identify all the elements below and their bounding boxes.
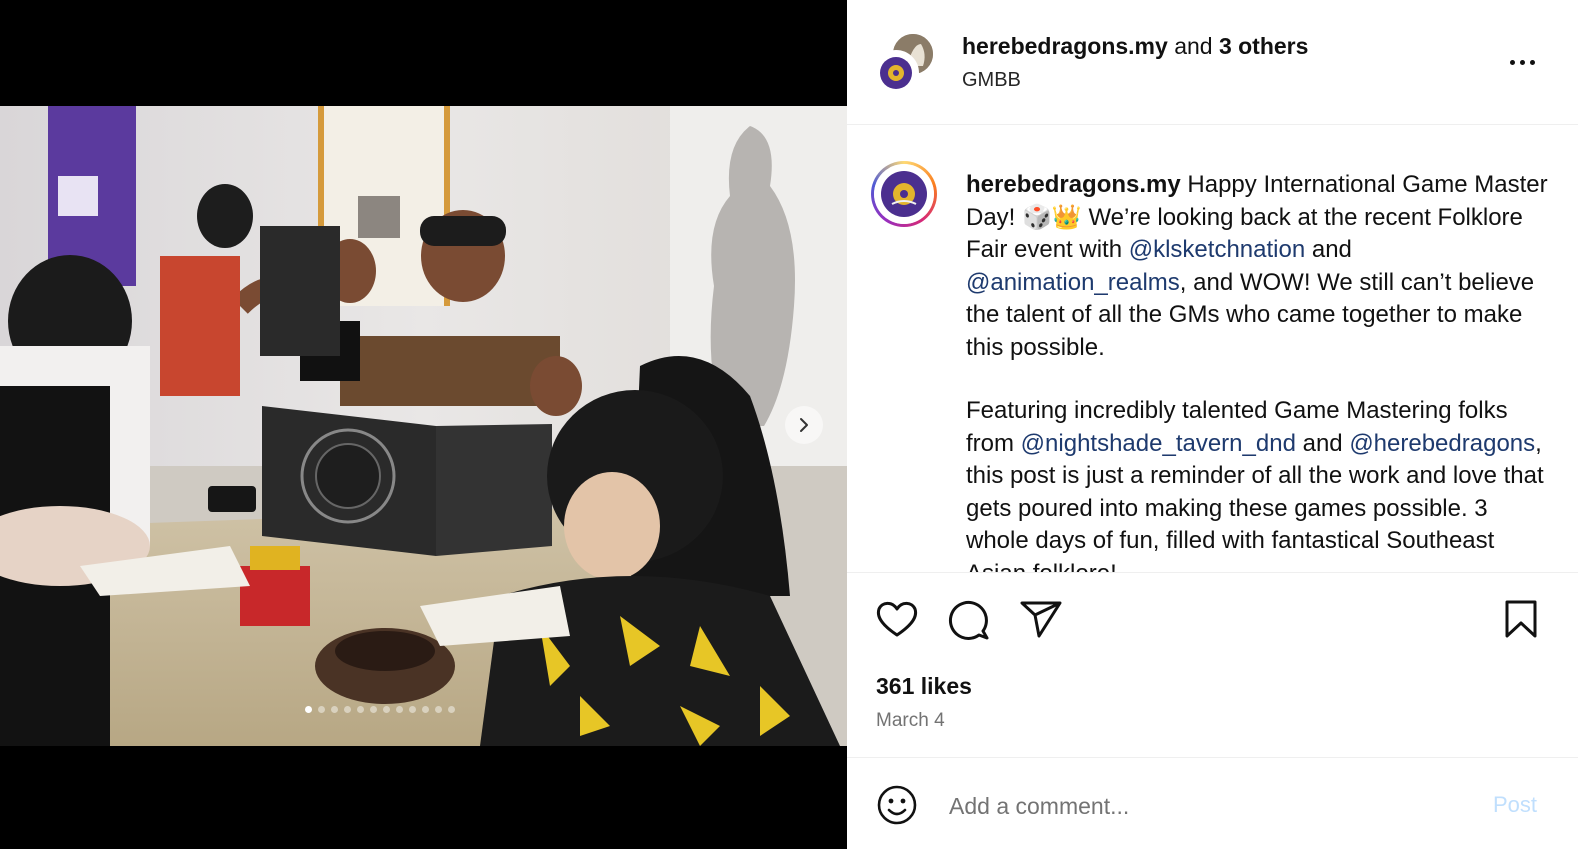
- carousel-next-button[interactable]: [785, 406, 823, 444]
- more-icon-dot: [1519, 59, 1525, 65]
- mention-link[interactable]: @klsketchnation: [1129, 236, 1305, 263]
- post-header: herebedragons.my and 3 others GMBB: [847, 0, 1578, 125]
- emoji-button[interactable]: [876, 784, 918, 826]
- carousel-dot: [331, 706, 338, 713]
- caption-section[interactable]: herebedragons.my Happy International Gam…: [847, 125, 1578, 572]
- caption-avatar[interactable]: [871, 161, 937, 227]
- carousel-dot: [422, 706, 429, 713]
- others-link[interactable]: 3 others: [1219, 33, 1308, 59]
- more-options-button[interactable]: [1502, 50, 1542, 74]
- caption-username[interactable]: herebedragons.my: [966, 171, 1181, 198]
- coauthor-avatars[interactable]: [873, 32, 935, 96]
- comment-bar: Post: [847, 757, 1578, 850]
- likes-count[interactable]: 361 likes: [876, 673, 972, 700]
- send-icon: [1020, 601, 1062, 638]
- avatar: [874, 164, 934, 224]
- chevron-right-icon: [800, 418, 808, 432]
- post-media: [0, 0, 847, 849]
- caption-paragraph: herebedragons.my Happy International Gam…: [966, 169, 1556, 364]
- share-button[interactable]: [1019, 599, 1063, 644]
- post-actions: 361 likes March 4: [847, 572, 1578, 758]
- post-date[interactable]: March 4: [876, 710, 945, 732]
- carousel-dot: [435, 706, 442, 713]
- post-caption: herebedragons.my Happy International Gam…: [966, 169, 1556, 572]
- carousel-dot: [344, 706, 351, 713]
- author-link[interactable]: herebedragons.my: [962, 33, 1168, 59]
- carousel-dot: [448, 706, 455, 713]
- carousel-dot: [396, 706, 403, 713]
- carousel-dot: [305, 706, 312, 713]
- caption-text: and: [1305, 236, 1352, 263]
- post-photo[interactable]: [0, 106, 847, 746]
- mention-link[interactable]: @animation_realms: [966, 269, 1180, 296]
- carousel-dot: [318, 706, 325, 713]
- carousel-dot: [370, 706, 377, 713]
- save-button[interactable]: [1503, 599, 1539, 644]
- like-button[interactable]: [875, 599, 919, 644]
- post-comment-button[interactable]: Post: [1493, 792, 1537, 818]
- carousel-dot: [409, 706, 416, 713]
- carousel-indicator: [305, 706, 455, 713]
- comment-icon: [948, 600, 989, 640]
- emoji-icon: [877, 785, 917, 825]
- comment-input[interactable]: [947, 784, 1471, 828]
- location-link[interactable]: GMBB: [962, 69, 1021, 92]
- post-panel: herebedragons.my and 3 others GMBB hereb…: [847, 0, 1578, 849]
- post-authors: herebedragons.my and 3 others: [962, 33, 1308, 60]
- mention-link[interactable]: @nightshade_tavern_dnd: [1021, 430, 1296, 457]
- carousel-dot: [357, 706, 364, 713]
- caption-text: and: [1295, 429, 1350, 457]
- heart-icon: [876, 601, 918, 637]
- coauthor-connector: and: [1174, 33, 1213, 59]
- bookmark-icon: [1505, 600, 1537, 638]
- more-icon-dot: [1529, 59, 1535, 65]
- avatar: [873, 50, 919, 96]
- carousel-dot: [383, 706, 390, 713]
- mention-link[interactable]: @herebedragons: [1349, 430, 1535, 457]
- comment-button[interactable]: [947, 598, 991, 645]
- caption-paragraph: Featuring incredibly talented Game Maste…: [966, 395, 1556, 572]
- more-icon: [1509, 59, 1515, 65]
